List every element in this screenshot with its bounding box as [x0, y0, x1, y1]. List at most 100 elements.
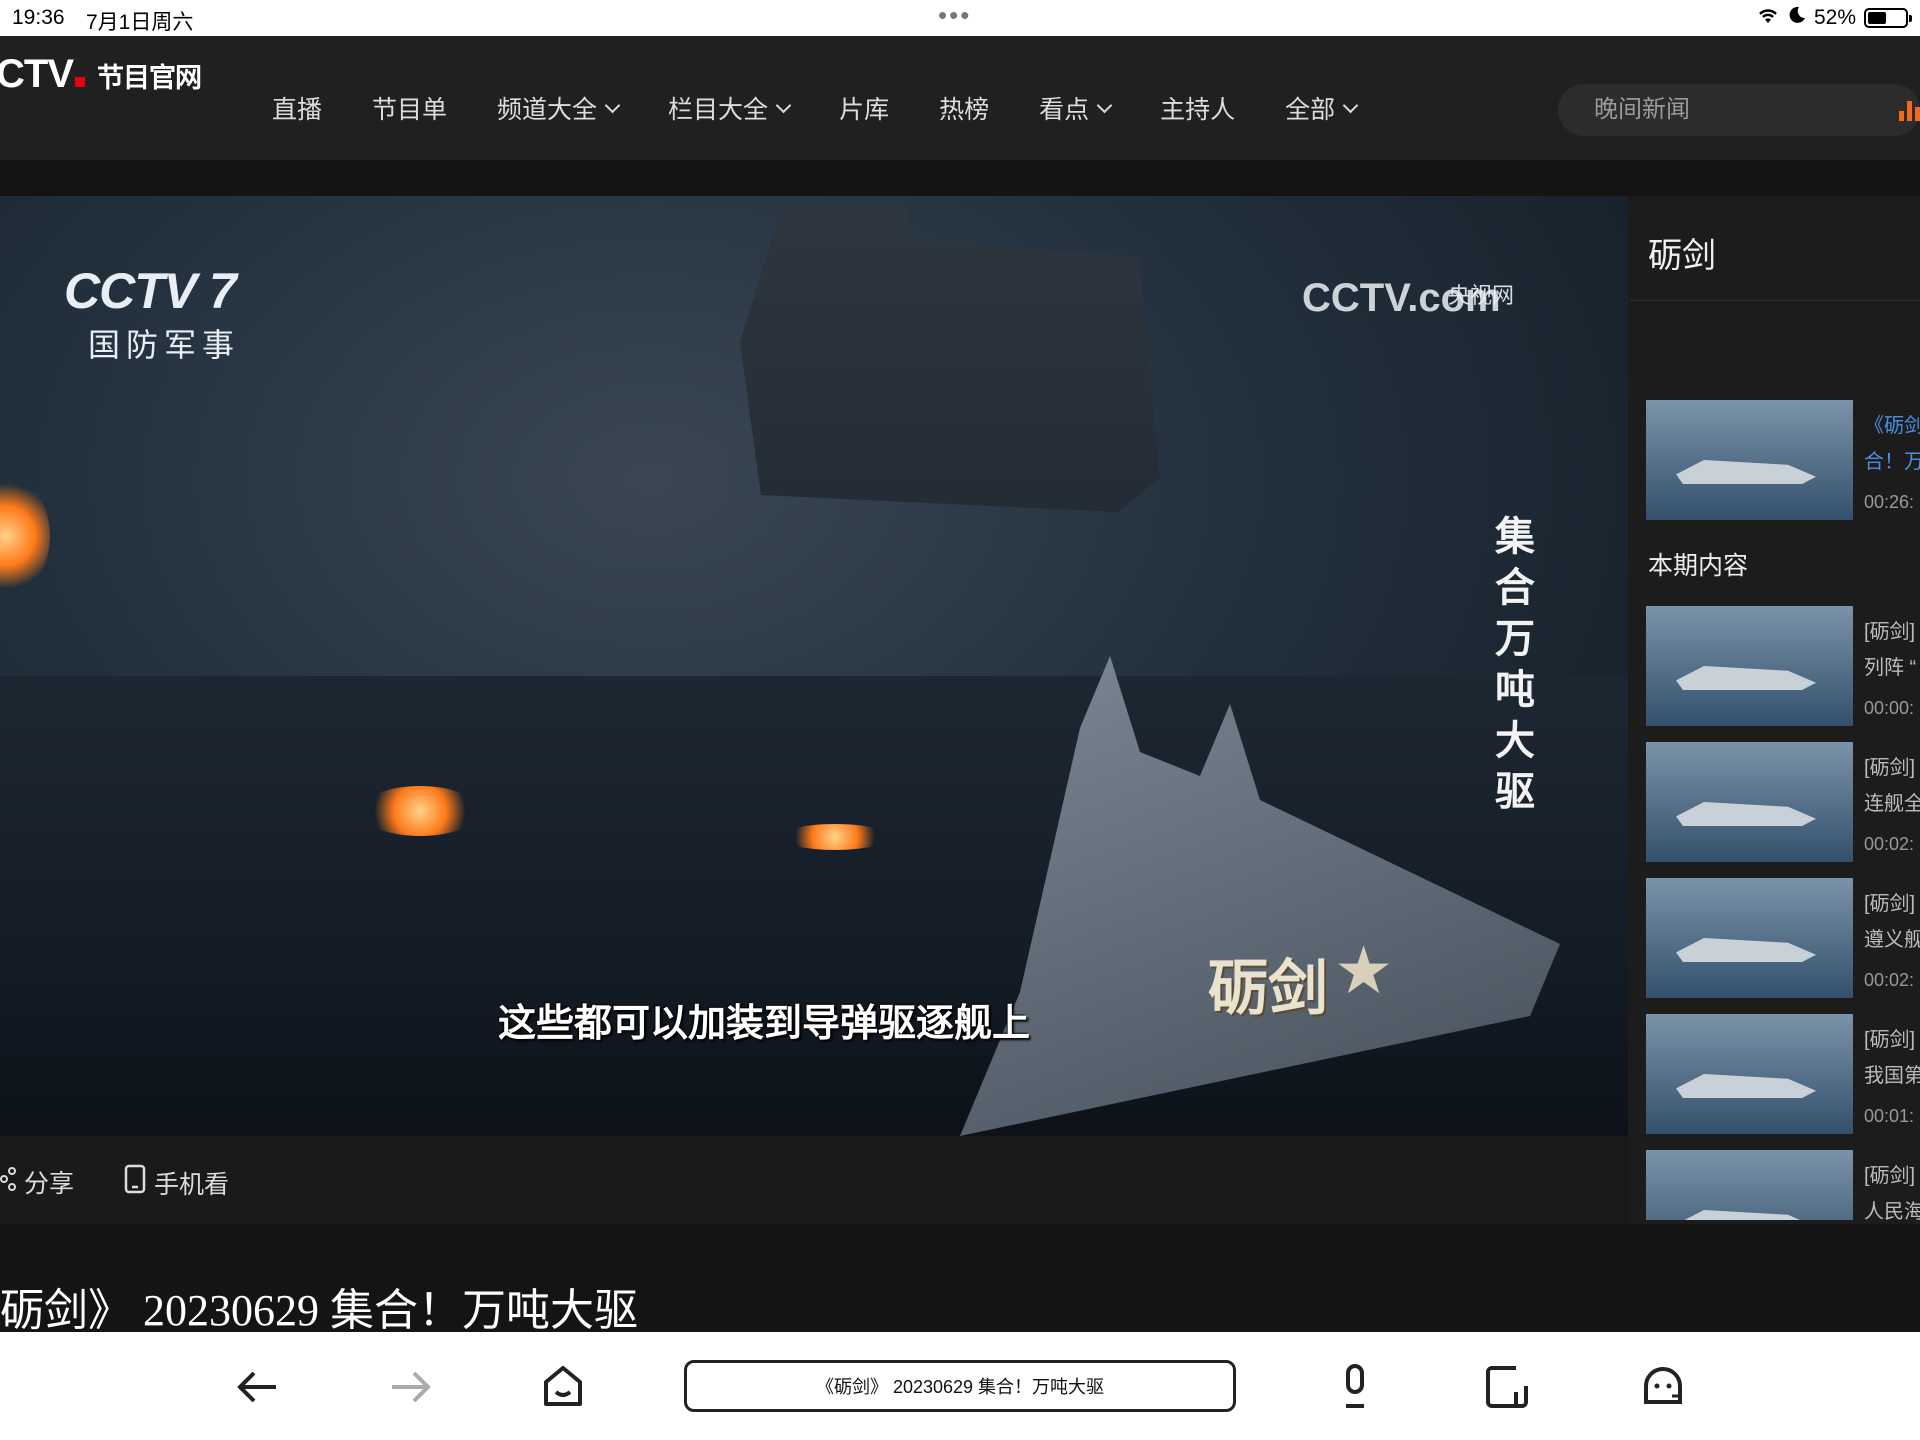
phone-icon — [124, 1164, 146, 1201]
logo-sub: 节目官网 — [97, 63, 202, 93]
nav-item[interactable]: 节目单 — [372, 90, 447, 126]
nav-item-label: 频道大全 — [497, 96, 598, 124]
video-caption: 这些都可以加装到导弹驱逐舰上 — [498, 1003, 1031, 1045]
nav-item[interactable]: 直播 — [272, 90, 322, 126]
playlist-item[interactable]: [砺剑] 遵义舰 00:02: — [1646, 878, 1920, 998]
video-flash — [780, 824, 890, 850]
nav-item-label: 全部 — [1285, 96, 1336, 124]
channel-sub: 国防军事 — [88, 327, 241, 363]
share-label: 分享 — [24, 1170, 75, 1198]
video-vertical-title: 集合万吨大驱 — [1495, 515, 1535, 814]
nav-item[interactable]: 全部 — [1285, 90, 1359, 126]
chevron-down-icon — [775, 97, 792, 113]
playlist-title: [砺剑] 我国第 — [1864, 1022, 1920, 1094]
playlist-line2: 遵义舰 — [1864, 929, 1920, 951]
microphone-icon[interactable] — [1330, 1362, 1380, 1421]
nav-item[interactable]: 片库 — [839, 90, 889, 126]
status-right: 52% — [1756, 6, 1912, 30]
playlist-item[interactable]: [砺剑] 我国第 00:01: — [1646, 1014, 1920, 1134]
nav-item-label: 节目单 — [372, 96, 448, 124]
nav-item[interactable]: 栏目大全 — [668, 90, 792, 126]
nav-item[interactable]: 热榜 — [939, 90, 989, 126]
profile-icon[interactable] — [1638, 1362, 1688, 1421]
video-ship-bg — [740, 206, 1160, 512]
nav-item[interactable]: 频道大全 — [497, 90, 621, 126]
hot-chart-icon[interactable] — [1899, 95, 1920, 121]
chevron-down-icon — [1342, 97, 1359, 113]
playlist-item[interactable]: [砺剑] 连舰全 00:02: — [1646, 742, 1920, 862]
nav-item-label: 直播 — [272, 96, 323, 124]
nav-item[interactable]: 主持人 — [1160, 90, 1235, 126]
playlist-title: [砺剑] 人民海 — [1864, 1158, 1920, 1220]
share-button[interactable]: 分享 — [0, 1164, 74, 1200]
site-logo[interactable]: CTV 节目官网 — [0, 52, 202, 97]
playlist-item[interactable]: [砺剑] 人民海 — [1646, 1150, 1920, 1220]
search-input[interactable] — [1594, 92, 1854, 128]
featured-title: 《砺剑 合！万 — [1864, 408, 1920, 480]
url-bar[interactable]: 《砺剑》 20230629 集合！万吨大驱 — [684, 1360, 1236, 1412]
playlist-duration: 00:02: — [1864, 834, 1915, 854]
playlist-line1: [砺剑] — [1864, 757, 1916, 779]
forward-arrow-icon[interactable] — [386, 1362, 436, 1421]
channel-logo: CCTV 7 — [64, 263, 237, 319]
playlist-title: [砺剑] 列阵 “ — [1864, 614, 1916, 686]
watermark-sub: 央视网 — [1448, 283, 1515, 308]
show-logo: 砺剑 — [1208, 955, 1328, 1022]
featured-line1: 《砺剑 — [1864, 415, 1920, 437]
chevron-down-icon — [1096, 97, 1113, 113]
playlist-line1: [砺剑] — [1864, 1029, 1916, 1051]
playlist-duration: 00:01: — [1864, 1106, 1915, 1126]
section-title: 本期内容 — [1648, 552, 1749, 580]
home-icon[interactable] — [538, 1362, 588, 1421]
video-actions: 分享 手机看 — [0, 1136, 1628, 1224]
back-arrow-icon[interactable] — [232, 1362, 282, 1421]
playlist-item[interactable]: [砺剑] 列阵 “ 00:00: — [1646, 606, 1920, 726]
logo-red-dot — [75, 77, 85, 87]
playlist-title: [砺剑] 连舰全 — [1864, 750, 1920, 822]
mobile-label: 手机看 — [154, 1170, 230, 1199]
playlist-duration: 00:00: — [1864, 698, 1915, 718]
playlist-thumbnail — [1646, 1014, 1853, 1134]
wifi-icon — [1756, 6, 1780, 30]
featured-thumbnail — [1646, 400, 1853, 520]
playlist-line2: 连舰全 — [1864, 793, 1920, 815]
video-player[interactable]: CCTV 7 国防军事 CCTV.com 央视网 集合万吨大驱 这些都可以加装到… — [0, 196, 1628, 1136]
playlist-line1: [砺剑] — [1864, 893, 1916, 915]
battery-percent: 52% — [1813, 6, 1856, 29]
mobile-watch-button[interactable]: 手机看 — [124, 1164, 229, 1201]
video-flash — [0, 476, 50, 596]
playlist-thumbnail — [1646, 878, 1853, 998]
battery-icon — [1864, 8, 1912, 28]
playlist-line2: 我国第 — [1864, 1065, 1920, 1087]
playlist-line2: 人民海 — [1864, 1201, 1920, 1220]
nav-item-label: 热榜 — [939, 96, 990, 124]
share-icon — [0, 1166, 16, 1199]
search-box[interactable] — [1558, 84, 1920, 136]
featured-item[interactable]: 《砺剑 合！万 00:26: — [1646, 400, 1920, 520]
status-bar: 19:36 7月1日周六 ••• 52% — [0, 0, 1920, 36]
featured-line2: 合！万 — [1864, 451, 1920, 473]
nav-item[interactable]: 看点 — [1039, 90, 1113, 126]
nav-item-label: 主持人 — [1160, 96, 1236, 124]
chevron-down-icon — [604, 97, 621, 113]
moon-icon — [1788, 6, 1806, 30]
playlist-thumbnail — [1646, 1150, 1853, 1220]
playlist-thumbnail — [1646, 742, 1853, 862]
nav-items: 直播 节目单 频道大全 栏目大全 片库 热榜 看点 主持人 全部 — [272, 90, 1406, 126]
playlist-line1: [砺剑] — [1864, 621, 1916, 643]
playlist-thumbnail — [1646, 606, 1853, 726]
tabs-icon[interactable] — [1482, 1362, 1532, 1421]
playlist-title: [砺剑] 遵义舰 — [1864, 886, 1920, 958]
playlist-line2: 列阵 “ — [1864, 657, 1917, 679]
status-time: 19:36 — [12, 6, 65, 29]
multitask-dots[interactable]: ••• — [938, 0, 971, 31]
page-title: 砺剑》 20230629 集合！万吨大驱 — [0, 1286, 638, 1335]
featured-duration: 00:26: — [1864, 492, 1915, 512]
video-flash — [360, 786, 480, 836]
playlist-duration: 00:02: — [1864, 970, 1915, 990]
logo-text: CTV — [0, 52, 74, 96]
playlist-line1: [砺剑] — [1864, 1165, 1916, 1187]
star-icon: ★ — [1334, 933, 1394, 1007]
nav-item-label: 栏目大全 — [668, 96, 769, 124]
panel-title: 砺剑 — [1648, 237, 1716, 275]
